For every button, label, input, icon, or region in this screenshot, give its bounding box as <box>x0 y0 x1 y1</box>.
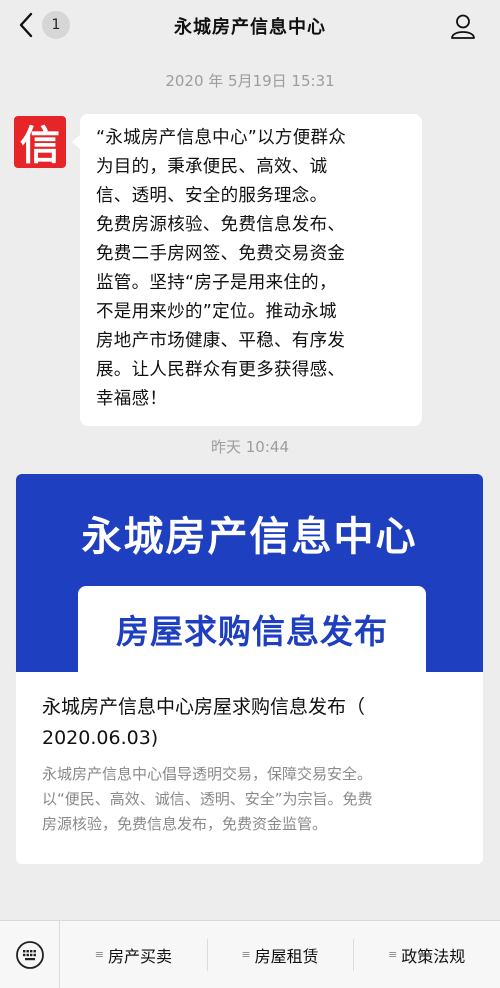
article-title: 永城房产信息中心房屋求购信息发布（ 2020.06.03) <box>42 692 462 754</box>
menu-item-rental[interactable]: ≡ 房屋租赁 <box>206 921 354 988</box>
menu-item-label: 政策法规 <box>401 946 466 966</box>
menu-item-buy-sell[interactable]: ≡ 房产买卖 <box>60 921 207 988</box>
message-line: 房地产市场健康、平稳、有序发 <box>96 331 346 351</box>
chat-title: 永城房产信息中心 <box>174 17 326 38</box>
cover-title: 永城房产信息中心 <box>81 514 418 560</box>
message-line: 免费房源核验、免费信息发布、 <box>96 215 346 235</box>
article-timestamp: 昨天 10:44 <box>211 438 289 456</box>
message-line: 不是用来炒的”定位。推动永城 <box>96 302 337 322</box>
menu-list-icon: ≡ <box>241 948 251 961</box>
unread-count-badge: 1 <box>42 11 70 39</box>
message-timestamp: 2020 年 5月19日 15:31 <box>165 72 335 90</box>
menu-list-icon: ≡ <box>94 948 104 961</box>
article-desc-line: 房源核验，免费信息发布，免费资金监管。 <box>42 815 328 833</box>
article-description: 永城房产信息中心倡导透明交易，保障交易安全。 以“便民、高效、诚信、透明、安全”… <box>42 762 462 837</box>
article-title-line: 2020.06.03) <box>42 727 159 749</box>
message-line: 信、透明、安全的服务理念。 <box>96 186 328 206</box>
message-line: 幸福感！ <box>96 389 168 409</box>
message-bubble[interactable]: “永城房产信息中心”以方便群众 为目的，秉承便民、高效、诚 信、透明、安全的服务… <box>80 114 422 426</box>
menu-item-policy[interactable]: ≡ 政策法规 <box>353 921 500 988</box>
cover-subtitle-box: 房屋求购信息发布 <box>78 586 426 672</box>
message-line: 免费二手房网签、免费交易资金 <box>96 244 346 264</box>
bottom-menu: ≡ 房产买卖 ≡ 房屋租赁 ≡ 政策法规 <box>0 920 500 988</box>
menu-list-icon: ≡ <box>388 948 398 961</box>
avatar-logo-char: 信 <box>20 122 60 169</box>
cover-subtitle: 房屋求购信息发布 <box>116 612 388 651</box>
message-line: 展。让人民群众有更多获得感、 <box>96 360 346 380</box>
chevron-left-icon <box>19 12 33 38</box>
article-title-line: 永城房产信息中心房屋求购信息发布（ <box>42 696 366 718</box>
article-desc-line: 永城房产信息中心倡导透明交易，保障交易安全。 <box>42 765 373 783</box>
profile-icon[interactable] <box>450 13 476 39</box>
back-button[interactable]: 1 <box>18 11 70 39</box>
menu-item-label: 房屋租赁 <box>254 946 319 966</box>
message-line: “永城房产信息中心”以方便群众 <box>96 128 347 148</box>
message-line: 监管。坚持“房子是用来住的， <box>96 273 337 293</box>
article-desc-line: 以“便民、高效、诚信、透明、安全”为宗旨。免费 <box>42 790 373 808</box>
keyboard-toggle-button[interactable] <box>0 920 60 988</box>
menu-item-label: 房产买卖 <box>107 946 172 966</box>
article-card[interactable]: 永城房产信息中心 房屋求购信息发布 永城房产信息中心房屋求购信息发布（ 2020… <box>16 474 483 864</box>
message-line: 为目的，秉承便民、高效、诚 <box>96 157 328 177</box>
keyboard-icon <box>15 940 44 969</box>
avatar[interactable]: 信 <box>14 116 66 169</box>
article-cover-image: 永城房产信息中心 房屋求购信息发布 <box>16 474 483 672</box>
navigation-bar: 1 永城房产信息中心 <box>0 0 500 52</box>
